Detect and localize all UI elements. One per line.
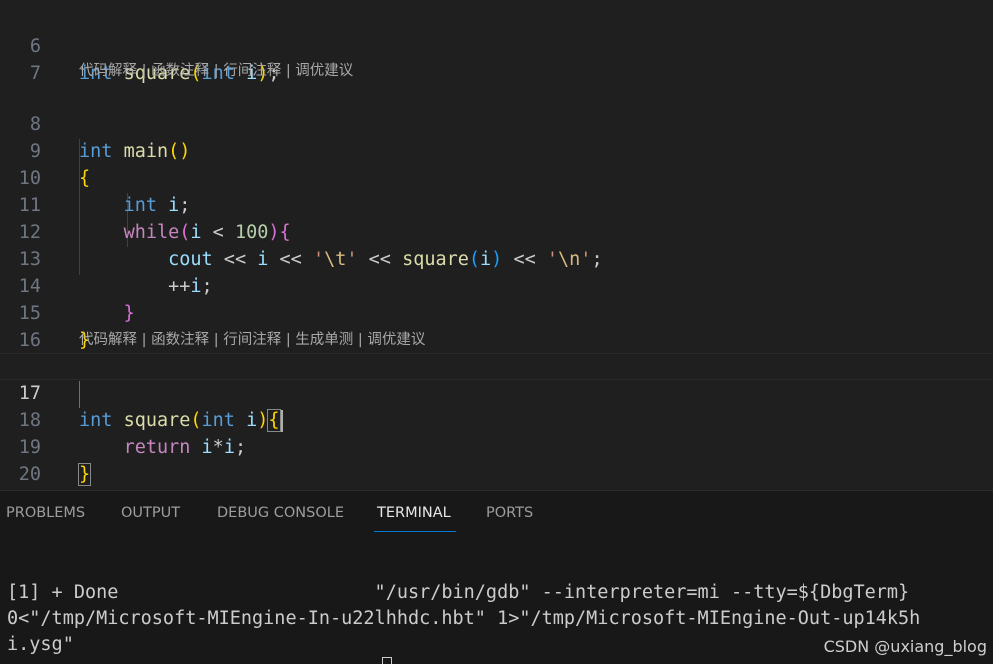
ai-codelens-main[interactable]: 代码解释 | 函数注释 | 行间注释 | 调优建议 bbox=[79, 61, 353, 81]
watermark: CSDN @uxiang_blog bbox=[823, 637, 987, 656]
code-line-current[interactable]: 17 int square(int i){ bbox=[0, 353, 993, 432]
tab-output[interactable]: OUTPUT bbox=[121, 505, 180, 521]
bottom-panel: PROBLEMS OUTPUT DEBUG CONSOLE TERMINAL P… bbox=[0, 490, 993, 664]
code-line[interactable]: 10 int i; bbox=[0, 138, 993, 216]
code-editor[interactable]: 6 int square(int i); 7 代码解释 | 函数注释 | 行间注… bbox=[0, 0, 993, 490]
code-line[interactable]: 6 int square(int i); bbox=[0, 6, 993, 84]
code-line[interactable]: 12 cout << i << '\t' << square(i) << '\n… bbox=[0, 192, 993, 270]
tab-ports[interactable]: PORTS bbox=[486, 505, 533, 521]
code-line[interactable]: 9 { bbox=[0, 111, 993, 189]
tab-terminal[interactable]: TERMINAL bbox=[377, 505, 451, 521]
code-line[interactable]: 14 } bbox=[0, 246, 993, 324]
terminal-cursor bbox=[382, 657, 392, 664]
line-number: 16 bbox=[18, 330, 41, 351]
code-line[interactable]: 7 bbox=[0, 33, 993, 84]
code-line[interactable]: 19 } bbox=[0, 407, 993, 486]
active-tab-indicator bbox=[374, 531, 456, 532]
code-line[interactable]: 13 ++i; bbox=[0, 219, 993, 297]
terminal-line: [1] + Done "/usr/bin/gdb" --interpreter=… bbox=[7, 582, 910, 603]
code-line[interactable]: 16 bbox=[0, 300, 993, 351]
tab-problems[interactable]: PROBLEMS bbox=[6, 505, 85, 521]
code-line[interactable]: 11 while(i < 100){ bbox=[0, 165, 993, 243]
terminal-line: i.ysg" bbox=[7, 634, 74, 655]
ai-codelens-square[interactable]: 代码解释 | 函数注释 | 行间注释 | 生成单测 | 调优建议 bbox=[79, 330, 425, 350]
tab-debug-console[interactable]: DEBUG CONSOLE bbox=[217, 505, 344, 521]
panel-tabs: PROBLEMS OUTPUT DEBUG CONSOLE TERMINAL P… bbox=[0, 491, 993, 535]
code-line[interactable]: 21 bbox=[0, 461, 993, 488]
code-line[interactable]: 20 bbox=[0, 434, 993, 485]
code-line[interactable]: 18 return i*i; bbox=[0, 380, 993, 458]
line-number: 7 bbox=[29, 63, 41, 84]
code-line[interactable]: 15 } bbox=[0, 273, 993, 351]
code-line[interactable]: 8 int main() bbox=[0, 84, 993, 162]
terminal-line: 0<"/tmp/Microsoft-MIEngine-In-u22lhhdc.h… bbox=[7, 608, 921, 629]
